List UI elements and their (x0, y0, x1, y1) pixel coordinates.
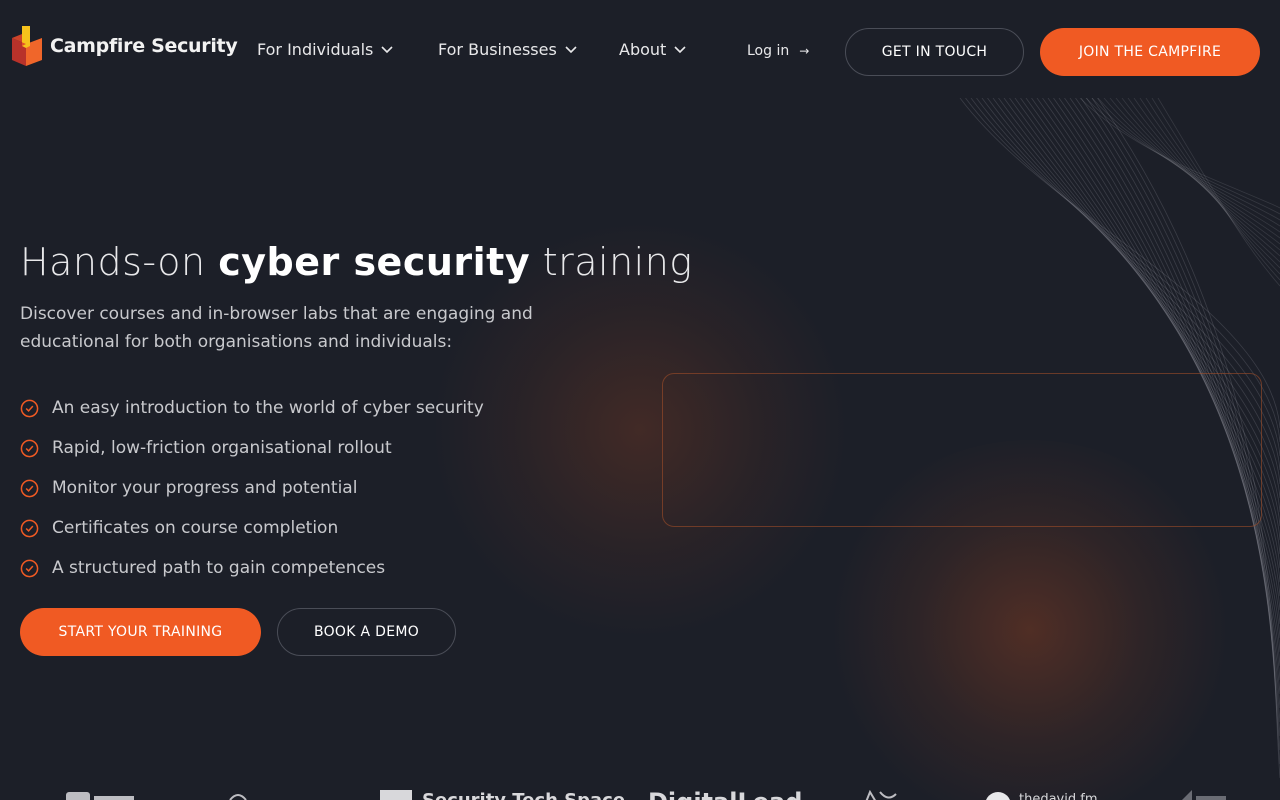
feature-text: Monitor your progress and potential (52, 478, 358, 498)
partner-logo-mark (380, 790, 412, 800)
login-label: Log in (747, 43, 790, 59)
feature-text: Certificates on course completion (52, 518, 339, 538)
partner-name: thedavid fm (1019, 792, 1098, 800)
wave-line (1109, 98, 1280, 239)
partner-logo (229, 794, 247, 800)
check-circle-icon (20, 399, 39, 417)
check-circle-icon (20, 559, 39, 577)
list-item: Monitor your progress and potential (20, 468, 484, 508)
partner-logo-thedavid: thedavid fm (985, 792, 1097, 800)
join-the-campfire-button[interactable]: JOIN THE CAMPFIRE (1040, 28, 1260, 76)
feature-text: Rapid, low-friction organisational rollo… (52, 438, 392, 458)
wave-line (1085, 98, 1280, 215)
nav-about[interactable]: About (619, 40, 686, 59)
partner-logo (66, 792, 134, 800)
check-circle-icon (20, 519, 39, 537)
login-link[interactable]: Log in → (747, 43, 809, 59)
partner-logo-digitallead: DigitalLead (648, 788, 802, 800)
brand-name: Campfire Security (50, 35, 238, 57)
list-item: Certificates on course completion (20, 508, 484, 548)
feature-list: An easy introduction to the world of cyb… (20, 388, 484, 588)
partner-logo-strip: Security Tech Space DigitalLead thedavid… (0, 780, 1280, 800)
partner-logo (1182, 790, 1226, 800)
chevron-down-icon (565, 45, 577, 53)
logo[interactable]: Campfire Security (12, 26, 238, 66)
partner-logo-security-tech-space: Security Tech Space (380, 790, 625, 800)
nav-label: For Individuals (257, 40, 374, 59)
check-circle-icon (20, 439, 39, 457)
hero-subtitle: Discover courses and in-browser labs tha… (20, 304, 533, 352)
campfire-logo-icon (12, 26, 42, 66)
title-prefix: Hands-on (20, 240, 219, 284)
get-in-touch-button[interactable]: GET IN TOUCH (845, 28, 1024, 76)
start-your-training-button[interactable]: START YOUR TRAINING (20, 608, 261, 656)
nav-for-individuals[interactable]: For Individuals (257, 40, 393, 59)
wave-line (1031, 98, 1280, 611)
wave-line (1103, 98, 1280, 233)
top-navigation: Campfire Security For Individuals For Bu… (0, 0, 1280, 100)
wave-line (1036, 98, 1280, 625)
feature-text: A structured path to gain competences (52, 558, 386, 578)
hero-title: Hands-on cyber security training (20, 240, 693, 284)
title-emphasis: cyber security (218, 240, 531, 284)
list-item: A structured path to gain competences (20, 548, 484, 588)
chevron-down-icon (381, 45, 393, 53)
wave-line (1157, 98, 1280, 287)
title-suffix: training (530, 240, 693, 284)
feature-text: An easy introduction to the world of cyb… (52, 398, 484, 418)
book-a-demo-button[interactable]: BOOK A DEMO (277, 608, 456, 656)
list-item: An easy introduction to the world of cyb… (20, 388, 484, 428)
video-embed-placeholder[interactable] (662, 373, 1262, 527)
partner-logo-mark (985, 792, 1011, 800)
nav-for-businesses[interactable]: For Businesses (438, 40, 577, 59)
list-item: Rapid, low-friction organisational rollo… (20, 428, 484, 468)
partner-name: Security Tech Space (422, 790, 625, 800)
partner-logo (865, 790, 897, 800)
arrow-right-icon: → (799, 44, 810, 58)
nav-label: For Businesses (438, 40, 557, 59)
check-circle-icon (20, 479, 39, 497)
nav-label: About (619, 40, 667, 59)
chevron-down-icon (674, 45, 686, 53)
